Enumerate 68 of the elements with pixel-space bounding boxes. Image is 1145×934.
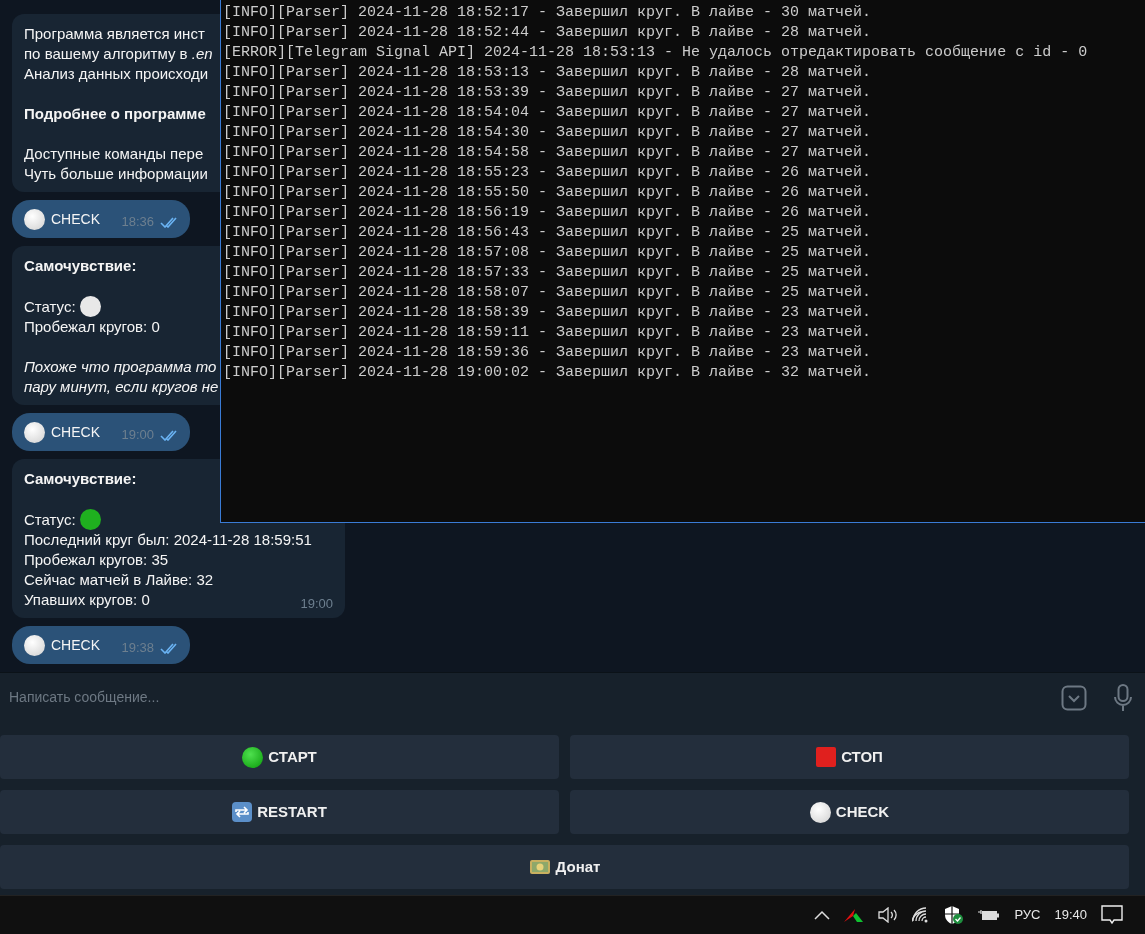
circle-icon <box>242 746 264 768</box>
language-indicator[interactable]: РУС <box>1014 905 1041 925</box>
message-text: CHECK <box>51 422 100 442</box>
message-line: Последний круг был: 2024-11-28 18:59:51 <box>24 530 312 550</box>
log-line: [INFO][Parser] 2024-11-28 18:59:11 - Завершил круг. В лайве - 23 матчей. <box>223 323 873 343</box>
log-line: [INFO][Parser] 2024-11-28 19:00:02 - Завершил круг. В лайве - 32 матчей. <box>223 363 873 383</box>
keyboard-button[interactable]: СТОП <box>570 735 1129 779</box>
log-line: [INFO][Parser] 2024-11-28 18:54:30 - Завершил круг. В лайве - 27 матчей. <box>223 123 873 143</box>
message-line: Подробнее о программе <box>24 104 206 124</box>
tent-icon[interactable] <box>844 907 865 923</box>
log-line: [ERROR][Telegram Signal API] 2024-11-28 18:53:13 - Не удалось отредактировать сообщение с id - 0 <box>223 43 1089 63</box>
message-line: Пробежал кругов: 35 <box>24 550 169 570</box>
emoji-icon[interactable] <box>1061 684 1087 711</box>
message-line: Чуть больше информации <box>24 164 208 184</box>
log-line: [INFO][Parser] 2024-11-28 18:52:17 - Завершил круг. В лайве - 30 матчей. <box>223 3 873 23</box>
repeat-icon <box>232 802 253 822</box>
message-line: Упавших кругов: 0 <box>24 590 150 610</box>
message-time: 19:38 <box>121 639 154 658</box>
message-line: Похоже что программа то <box>24 357 217 377</box>
log-line: [INFO][Parser] 2024-11-28 18:57:08 - Завершил круг. В лайве - 25 матчей. <box>223 243 873 263</box>
keyboard-button[interactable]: СТАРТ <box>0 735 559 779</box>
microphone-icon[interactable] <box>1113 683 1133 712</box>
message-line: Статус: <box>24 296 76 317</box>
log-line: [INFO][Parser] 2024-11-28 18:54:04 - Завершил круг. В лайве - 27 матчей. <box>223 103 873 123</box>
circle-icon <box>809 801 831 823</box>
message-line: Статус: <box>24 509 76 530</box>
log-line: [INFO][Parser] 2024-11-28 18:53:39 - Завершил круг. В лайве - 27 матчей. <box>223 83 873 103</box>
log-line: [INFO][Parser] 2024-11-28 18:57:33 - Завершил круг. В лайве - 25 матчей. <box>223 263 873 283</box>
money-icon <box>528 858 551 876</box>
message-line: пару минут, если кругов не <box>24 377 219 397</box>
circle-icon <box>24 421 45 443</box>
log-line: [INFO][Parser] 2024-11-28 18:56:19 - Завершил круг. В лайве - 26 матчей. <box>223 203 873 223</box>
log-line: [INFO][Parser] 2024-11-28 18:58:07 - Завершил круг. В лайве - 25 матчей. <box>223 283 873 303</box>
message-line: Сейчас матчей в Лайве: 32 <box>24 570 214 590</box>
log-line: [INFO][Parser] 2024-11-28 18:58:39 - Завершил круг. В лайве - 23 матчей. <box>223 303 873 323</box>
clock[interactable]: 19:40 <box>1054 905 1087 925</box>
log-line: [INFO][Parser] 2024-11-28 18:59:36 - Завершил круг. В лайве - 23 матчей. <box>223 343 873 363</box>
message-line: Самочувствие: <box>24 469 137 489</box>
shield-icon[interactable] <box>944 905 965 925</box>
keyboard-button[interactable]: RESTART <box>0 790 559 834</box>
message-line: по вашему алгоритму в .en <box>24 44 213 64</box>
message-time: 19:00 <box>121 426 154 445</box>
battery-icon[interactable] <box>978 908 1001 922</box>
speaker-icon[interactable] <box>878 907 899 923</box>
message-line: Пробежал кругов: 0 <box>24 317 160 337</box>
log-line: [INFO][Parser] 2024-11-28 18:55:50 - Завершил круг. В лайве - 26 матчей. <box>223 183 873 203</box>
circle-icon <box>24 634 45 656</box>
message-composer[interactable]: Написать сообщение... <box>0 672 1145 722</box>
log-line: [INFO][Parser] 2024-11-28 18:55:23 - Завершил круг. В лайве - 26 матчей. <box>223 163 873 183</box>
circle-icon <box>24 208 45 230</box>
square-icon <box>816 747 837 767</box>
log-line: [INFO][Parser] 2024-11-28 18:52:44 - Завершил круг. В лайве - 28 матчей. <box>223 23 873 43</box>
message-text: CHECK <box>51 635 100 655</box>
message-input[interactable]: Написать сообщение... <box>7 686 1035 709</box>
message-line: Анализ данных происходи <box>24 64 209 84</box>
message-time: 18:36 <box>121 213 154 232</box>
message-line: Программа является инст <box>24 24 205 44</box>
notification-icon[interactable] <box>1101 905 1123 925</box>
keyboard-button[interactable]: Донат <box>0 845 1129 889</box>
chevron-up-icon[interactable] <box>814 910 831 920</box>
message-line: Доступные команды пере <box>24 144 204 164</box>
log-line: [INFO][Parser] 2024-11-28 18:53:13 - Завершил круг. В лайве - 28 матчей. <box>223 63 873 83</box>
log-line: [INFO][Parser] 2024-11-28 18:56:43 - Завершил круг. В лайве - 25 матчей. <box>223 223 873 243</box>
keyboard-button[interactable]: CHECK <box>570 790 1129 834</box>
message-line: Самочувствие: <box>24 256 137 276</box>
log-line: [INFO][Parser] 2024-11-28 18:54:58 - Завершил круг. В лайве - 27 матчей. <box>223 143 873 163</box>
message-text: CHECK <box>51 209 100 229</box>
message-time: 19:00 <box>300 595 333 613</box>
